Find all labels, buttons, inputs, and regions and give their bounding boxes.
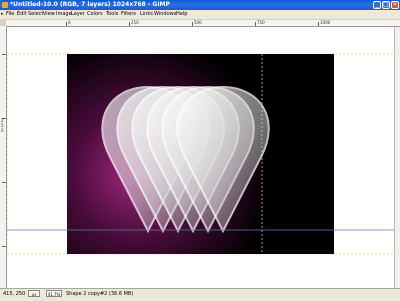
vertical-ruler[interactable] [0,26,7,288]
ruler-label-top: 1000 [320,20,331,25]
ruler-tick [255,22,256,26]
menu-file[interactable]: File [6,11,14,18]
ruler-label-top: 750 [257,20,265,25]
ruler-label-top: 250 [131,20,139,25]
status-message: Shape 2 copy#2 (36.6 MB) [66,291,134,297]
menu-colors[interactable]: Colors [87,11,103,18]
image-canvas[interactable] [6,27,399,288]
ruler-tick [2,54,6,55]
window-title: *Untitled-10.0 (RGB, 7 layers) 1024x768 … [10,1,170,8]
ruler-tick [129,22,130,26]
maximize-button[interactable]: □ [382,1,390,9]
menu-windows[interactable]: Windows [154,11,176,18]
ruler-tick [2,246,6,247]
minimize-button[interactable]: _ [373,1,381,9]
pointer-coordinates: 415, 250 [3,291,26,297]
menu-layer[interactable]: Layer [71,11,85,18]
menu-tools[interactable]: Tools [106,11,118,18]
ruler-tick [2,182,6,183]
ruler-label-top: 500 [194,20,202,25]
vertical-scrollbar[interactable] [394,27,400,288]
window-titlebar[interactable]: *Untitled-10.0 (RGB, 7 layers) 1024x768 … [0,0,400,10]
ruler-tick [318,22,319,26]
menu-select[interactable]: Select [28,11,43,18]
menu-edit[interactable]: Edit [17,11,27,18]
unit-select[interactable]: px [28,290,40,297]
zoom-select[interactable]: 41.7% [46,290,62,297]
ruler-tick [192,22,193,26]
menu-view[interactable]: View [43,11,55,18]
ruler-tick [66,22,67,26]
ruler-label-left: 0 [1,128,4,133]
menu-arrow-icon[interactable]: ▸ [1,11,4,17]
canvas-area[interactable] [6,27,399,288]
menu-links[interactable]: Links [140,11,153,18]
ruler-label-top: 0 [68,20,71,25]
menu-help[interactable]: Help [176,11,187,18]
gimp-app-icon [2,2,8,8]
menu-image[interactable]: Image [56,11,72,18]
close-button[interactable]: × [391,1,399,9]
menu-filters[interactable]: Filters [121,11,136,18]
